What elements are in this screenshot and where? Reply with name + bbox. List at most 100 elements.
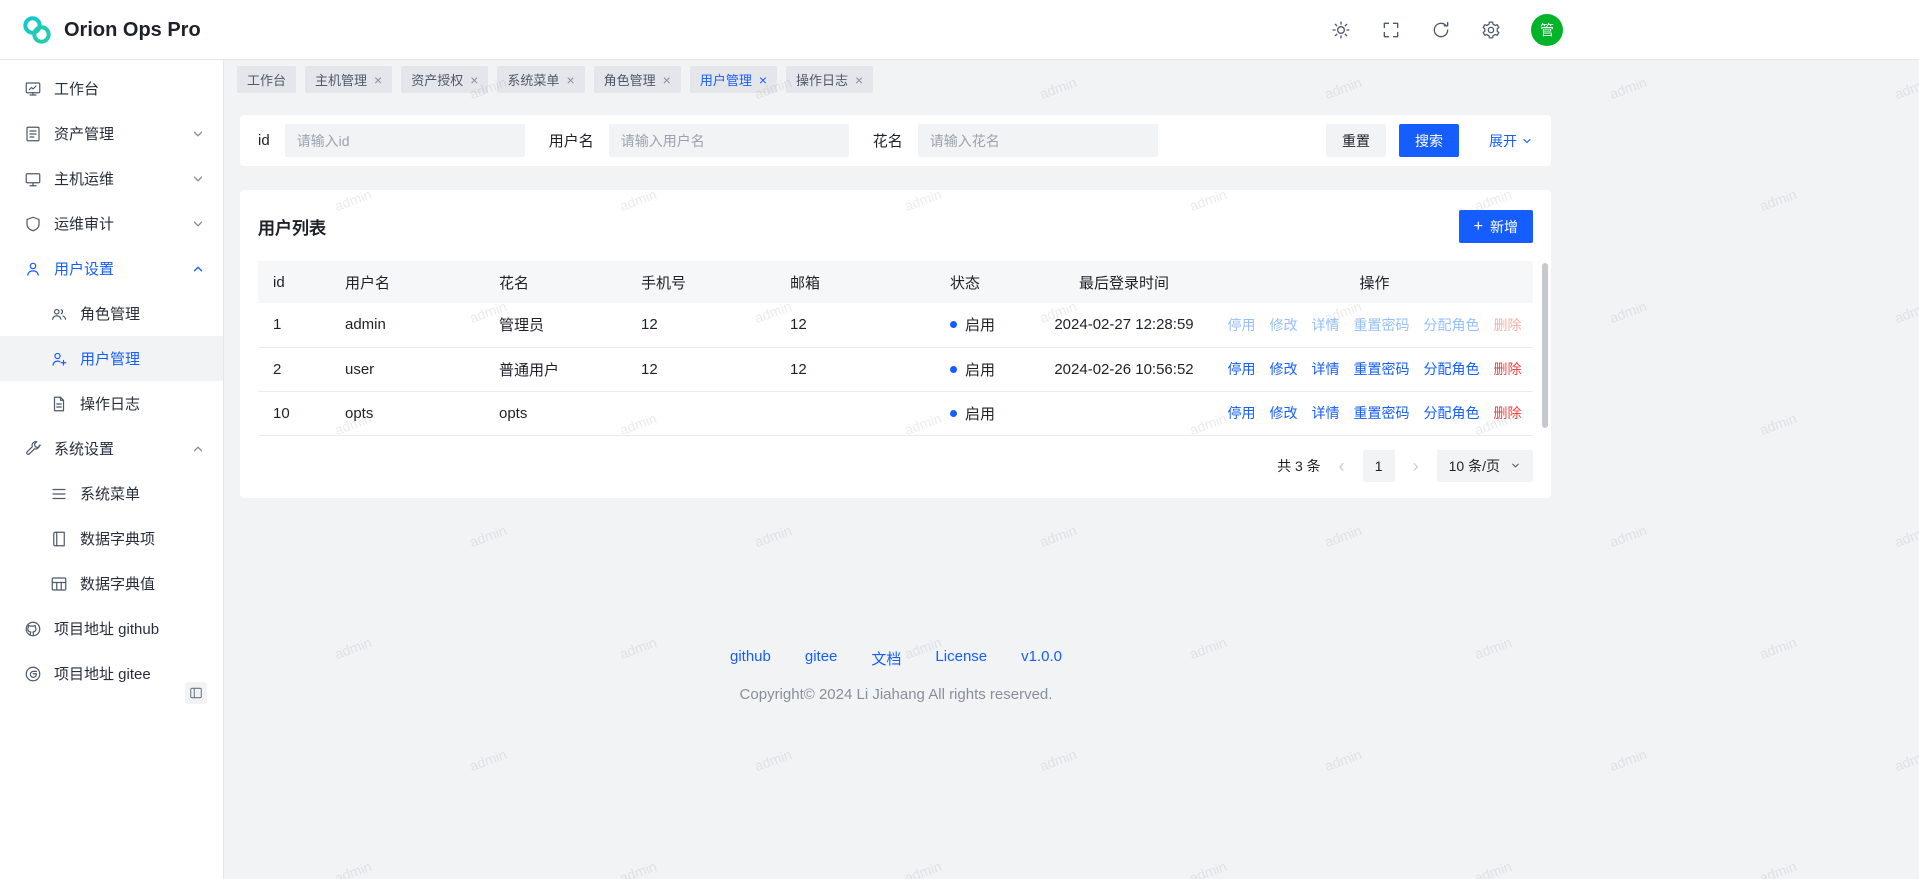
- footer-link-license[interactable]: License: [935, 648, 987, 669]
- prev-page-icon[interactable]: ‹: [1335, 457, 1349, 475]
- close-icon[interactable]: ×: [855, 73, 863, 87]
- footer-link-github[interactable]: github: [730, 648, 771, 669]
- column-header-username: 用户名: [345, 261, 499, 303]
- reset-password-action[interactable]: 重置密码: [1354, 315, 1410, 335]
- username-input[interactable]: [609, 124, 849, 157]
- tab-system-menu[interactable]: 系统菜单 ×: [497, 66, 584, 93]
- footer-link-gitee[interactable]: gitee: [805, 648, 838, 669]
- sidebar-item-label: 项目地址 github: [54, 618, 205, 639]
- sidebar-item-user-settings[interactable]: 用户设置: [0, 246, 223, 291]
- tab-label: 主机管理: [315, 70, 367, 89]
- username-label: 用户名: [549, 130, 594, 151]
- tab-user-management[interactable]: 用户管理 ×: [690, 66, 777, 93]
- edit-action[interactable]: 修改: [1270, 315, 1298, 335]
- delete-action[interactable]: 删除: [1494, 315, 1522, 335]
- cell-username: admin: [345, 303, 499, 347]
- reset-password-action[interactable]: 重置密码: [1354, 359, 1410, 379]
- sidebar-item-role-management[interactable]: 角色管理: [0, 291, 223, 336]
- expand-label: 展开: [1489, 131, 1517, 151]
- tab-asset-authorization[interactable]: 资产授权 ×: [401, 66, 488, 93]
- column-header-email: 邮箱: [790, 261, 950, 303]
- refresh-icon[interactable]: [1431, 20, 1451, 40]
- sidebar-item-label: 资产管理: [54, 123, 191, 144]
- menu-lines-icon: [50, 485, 68, 503]
- edit-action[interactable]: 修改: [1270, 359, 1298, 379]
- user-avatar[interactable]: 管: [1531, 14, 1563, 46]
- edit-action[interactable]: 修改: [1270, 403, 1298, 423]
- filter-group-username: 用户名: [549, 124, 849, 157]
- chevron-down-icon: [191, 127, 205, 141]
- sidebar-item-github[interactable]: 项目地址 github: [0, 606, 223, 651]
- sidebar-item-label: 数据字典项: [80, 528, 205, 549]
- status-dot: [950, 366, 957, 373]
- column-header-actions: 操作: [1216, 261, 1533, 303]
- tab-host-management[interactable]: 主机管理 ×: [305, 66, 392, 93]
- nickname-input[interactable]: [918, 124, 1158, 157]
- page-size-select[interactable]: 10 条/页: [1437, 450, 1533, 482]
- disable-action[interactable]: 停用: [1228, 315, 1256, 335]
- delete-action[interactable]: 删除: [1494, 403, 1522, 423]
- assign-role-action[interactable]: 分配角色: [1424, 403, 1480, 423]
- settings-gear-icon[interactable]: [1481, 20, 1501, 40]
- sidebar-item-asset-management[interactable]: 资产管理: [0, 111, 223, 156]
- cell-username: user: [345, 347, 499, 391]
- disable-action[interactable]: 停用: [1228, 359, 1256, 379]
- close-icon[interactable]: ×: [663, 73, 671, 87]
- close-icon[interactable]: ×: [566, 73, 574, 87]
- cell-last-login: [1032, 391, 1216, 435]
- detail-action[interactable]: 详情: [1312, 403, 1340, 423]
- sidebar-item-dict-values[interactable]: 数据字典值: [0, 561, 223, 606]
- tab-role-management[interactable]: 角色管理 ×: [594, 66, 681, 93]
- sidebar-item-ops-audit[interactable]: 运维审计: [0, 201, 223, 246]
- reset-password-action[interactable]: 重置密码: [1354, 403, 1410, 423]
- sidebar-collapse-button[interactable]: [185, 682, 207, 704]
- tab-label: 角色管理: [604, 70, 656, 89]
- reset-button[interactable]: 重置: [1326, 124, 1386, 157]
- next-page-icon[interactable]: ›: [1409, 457, 1423, 475]
- filter-panel: id 用户名 花名 重置 搜索 展开: [240, 115, 1551, 166]
- sidebar-item-host-ops[interactable]: 主机运维: [0, 156, 223, 201]
- sidebar-item-label: 用户设置: [54, 258, 191, 279]
- assign-role-action[interactable]: 分配角色: [1424, 359, 1480, 379]
- sidebar-item-system-menu[interactable]: 系统菜单: [0, 471, 223, 516]
- app-logo[interactable]: Orion Ops Pro: [20, 0, 201, 60]
- footer-link-docs[interactable]: 文档: [871, 648, 901, 669]
- delete-action[interactable]: 删除: [1494, 359, 1522, 379]
- footer-link-version[interactable]: v1.0.0: [1021, 648, 1062, 669]
- close-icon[interactable]: ×: [374, 73, 382, 87]
- cell-email: 12: [790, 303, 950, 347]
- sidebar-item-workbench[interactable]: 工作台: [0, 66, 223, 111]
- pagination: 共 3 条 ‹ 1 › 10 条/页: [258, 450, 1533, 482]
- fullscreen-icon[interactable]: [1381, 20, 1401, 40]
- close-icon[interactable]: ×: [759, 73, 767, 87]
- tab-operation-log[interactable]: 操作日志 ×: [786, 66, 873, 93]
- id-input[interactable]: [285, 124, 525, 157]
- footer-links: github gitee 文档 License v1.0.0: [224, 648, 1568, 669]
- cell-actions: 停用 修改 详情 重置密码 分配角色 删除: [1216, 303, 1533, 347]
- table-scrollbar[interactable]: [1542, 263, 1548, 428]
- panel-header: 用户列表 + 新增: [258, 210, 1533, 243]
- chevron-down-icon: [1510, 460, 1521, 471]
- sidebar-item-system-settings[interactable]: 系统设置: [0, 426, 223, 471]
- chevron-up-icon: [191, 442, 205, 456]
- expand-toggle[interactable]: 展开: [1489, 131, 1533, 151]
- app-window: Orion Ops Pro: [0, 0, 1919, 879]
- theme-icon[interactable]: [1331, 20, 1351, 40]
- detail-action[interactable]: 详情: [1312, 315, 1340, 335]
- column-header-mobile: 手机号: [641, 261, 790, 303]
- search-button[interactable]: 搜索: [1399, 124, 1459, 157]
- page-number[interactable]: 1: [1363, 450, 1395, 482]
- assign-role-action[interactable]: 分配角色: [1424, 315, 1480, 335]
- cell-email: 12: [790, 347, 950, 391]
- tab-workbench[interactable]: 工作台: [237, 66, 296, 93]
- cell-last-login: 2024-02-27 12:28:59: [1032, 303, 1216, 347]
- add-user-button[interactable]: + 新增: [1459, 210, 1533, 243]
- sidebar-item-operation-log[interactable]: 操作日志: [0, 381, 223, 426]
- disable-action[interactable]: 停用: [1228, 403, 1256, 423]
- sidebar-item-dict-keys[interactable]: 数据字典项: [0, 516, 223, 561]
- tab-label: 用户管理: [700, 70, 752, 89]
- sidebar-item-user-management[interactable]: 用户管理: [0, 336, 223, 381]
- column-header-id: id: [258, 261, 345, 303]
- close-icon[interactable]: ×: [470, 73, 478, 87]
- detail-action[interactable]: 详情: [1312, 359, 1340, 379]
